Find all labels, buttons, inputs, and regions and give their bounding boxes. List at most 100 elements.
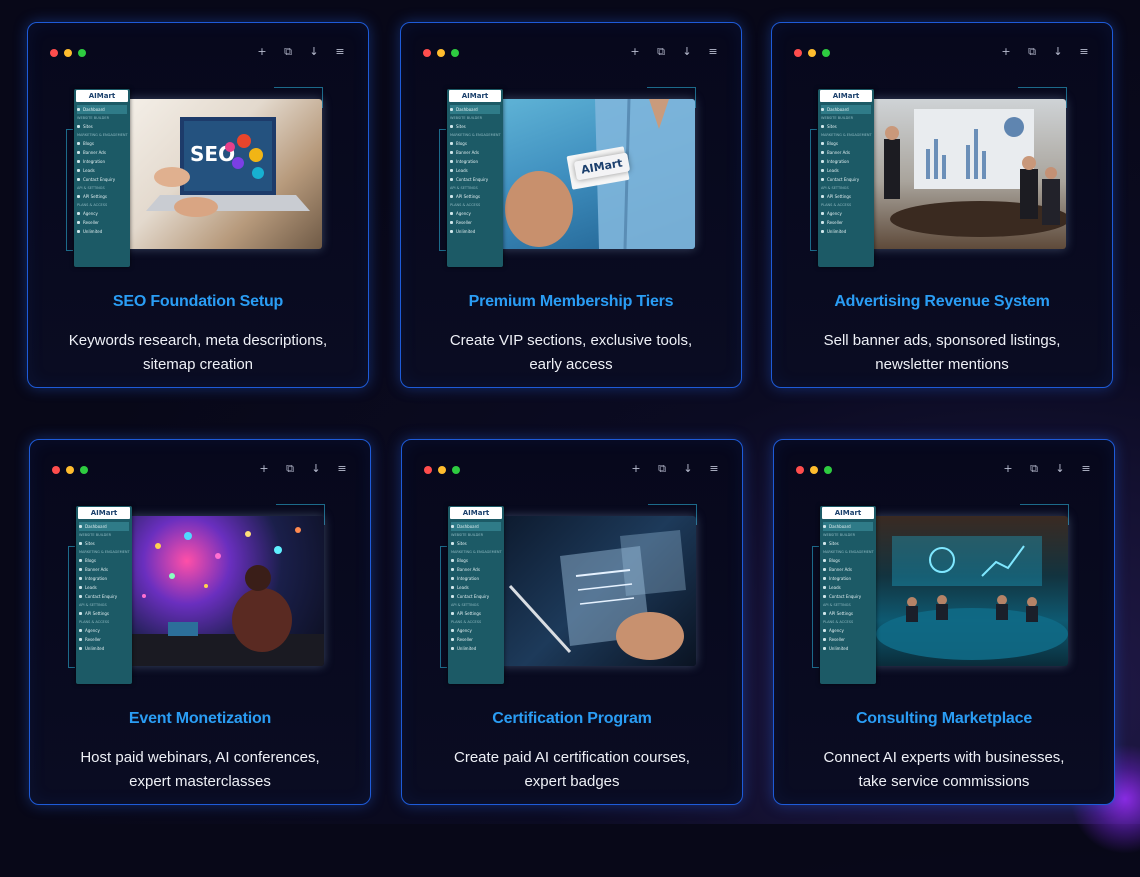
sidebar-item[interactable]: Contact Enquiry <box>451 592 501 601</box>
sidebar-item[interactable]: Dashboard <box>823 522 873 531</box>
sidebar-item[interactable]: Banner Ads <box>821 148 871 157</box>
minimize-dot-icon[interactable] <box>64 49 72 57</box>
sidebar-item[interactable]: Sites <box>79 539 129 548</box>
sidebar-item[interactable]: API Settings <box>77 192 127 201</box>
sidebar-item[interactable]: Banner Ads <box>79 565 129 574</box>
download-icon[interactable]: ↓ <box>310 462 322 476</box>
sidebar-item[interactable]: Integration <box>450 157 500 166</box>
sidebar-item[interactable]: Blogs <box>77 139 127 148</box>
close-dot-icon[interactable] <box>52 466 60 474</box>
copy-icon[interactable]: ⧉ <box>1026 45 1038 59</box>
sidebar-item[interactable]: Reseller <box>823 635 873 644</box>
sidebar-item[interactable]: Agency <box>450 209 500 218</box>
maximize-dot-icon[interactable] <box>80 466 88 474</box>
sidebar-item[interactable]: Agency <box>823 626 873 635</box>
sidebar-item[interactable]: API Settings <box>450 192 500 201</box>
sidebar-item[interactable]: Leads <box>823 583 873 592</box>
minimize-dot-icon[interactable] <box>808 49 816 57</box>
sidebar-item[interactable]: API Settings <box>823 609 873 618</box>
sidebar-item[interactable]: Integration <box>77 157 127 166</box>
minimize-dot-icon[interactable] <box>437 49 445 57</box>
sidebar-item[interactable]: Unlimited <box>451 644 501 653</box>
sidebar-item[interactable]: Agency <box>451 626 501 635</box>
sidebar-item[interactable]: Agency <box>79 626 129 635</box>
sidebar-item[interactable]: API Settings <box>821 192 871 201</box>
sidebar-item[interactable]: Contact Enquiry <box>77 175 127 184</box>
sidebar-item[interactable]: Sites <box>821 122 871 131</box>
menu-icon[interactable]: ≡ <box>1080 462 1092 476</box>
minimize-dot-icon[interactable] <box>810 466 818 474</box>
sidebar-item[interactable]: Dashboard <box>451 522 501 531</box>
sidebar-item[interactable]: API Settings <box>451 609 501 618</box>
add-icon[interactable]: + <box>1000 45 1012 59</box>
sidebar-item[interactable]: Reseller <box>79 635 129 644</box>
minimize-dot-icon[interactable] <box>438 466 446 474</box>
sidebar-item[interactable]: Blogs <box>821 139 871 148</box>
sidebar-item[interactable]: Agency <box>821 209 871 218</box>
sidebar-item[interactable]: Reseller <box>451 635 501 644</box>
download-icon[interactable]: ↓ <box>1054 462 1066 476</box>
sidebar-item[interactable]: Leads <box>79 583 129 592</box>
sidebar-item[interactable]: Unlimited <box>821 227 871 236</box>
sidebar-item[interactable]: Reseller <box>821 218 871 227</box>
sidebar-item[interactable]: Integration <box>823 574 873 583</box>
menu-icon[interactable]: ≡ <box>708 462 720 476</box>
sidebar-item[interactable]: Unlimited <box>79 644 129 653</box>
maximize-dot-icon[interactable] <box>824 466 832 474</box>
sidebar-item[interactable]: Banner Ads <box>450 148 500 157</box>
sidebar-item[interactable]: Leads <box>450 166 500 175</box>
sidebar-item[interactable]: Dashboard <box>821 105 871 114</box>
add-icon[interactable]: + <box>258 462 270 476</box>
menu-icon[interactable]: ≡ <box>334 45 346 59</box>
sidebar-item[interactable]: Blogs <box>823 556 873 565</box>
sidebar-item[interactable]: Leads <box>821 166 871 175</box>
sidebar-item[interactable]: Sites <box>823 539 873 548</box>
copy-icon[interactable]: ⧉ <box>1028 462 1040 476</box>
copy-icon[interactable]: ⧉ <box>656 462 668 476</box>
minimize-dot-icon[interactable] <box>66 466 74 474</box>
sidebar-item[interactable]: Banner Ads <box>823 565 873 574</box>
sidebar-item[interactable]: Sites <box>451 539 501 548</box>
sidebar-item[interactable]: Dashboard <box>77 105 127 114</box>
menu-icon[interactable]: ≡ <box>336 462 348 476</box>
sidebar-item[interactable]: Integration <box>79 574 129 583</box>
add-icon[interactable]: + <box>1002 462 1014 476</box>
sidebar-item[interactable]: Blogs <box>450 139 500 148</box>
add-icon[interactable]: + <box>256 45 268 59</box>
add-icon[interactable]: + <box>629 45 641 59</box>
sidebar-item[interactable]: Dashboard <box>79 522 129 531</box>
sidebar-item[interactable]: Blogs <box>79 556 129 565</box>
maximize-dot-icon[interactable] <box>78 49 86 57</box>
sidebar-item[interactable]: Sites <box>450 122 500 131</box>
sidebar-item[interactable]: Contact Enquiry <box>450 175 500 184</box>
sidebar-item[interactable]: Contact Enquiry <box>823 592 873 601</box>
sidebar-item[interactable]: Reseller <box>77 218 127 227</box>
maximize-dot-icon[interactable] <box>452 466 460 474</box>
copy-icon[interactable]: ⧉ <box>282 45 294 59</box>
sidebar-item[interactable]: Unlimited <box>823 644 873 653</box>
copy-icon[interactable]: ⧉ <box>284 462 296 476</box>
sidebar-item[interactable]: Agency <box>77 209 127 218</box>
sidebar-item[interactable]: Integration <box>821 157 871 166</box>
download-icon[interactable]: ↓ <box>308 45 320 59</box>
sidebar-item[interactable]: Dashboard <box>450 105 500 114</box>
close-dot-icon[interactable] <box>794 49 802 57</box>
download-icon[interactable]: ↓ <box>1052 45 1064 59</box>
add-icon[interactable]: + <box>630 462 642 476</box>
download-icon[interactable]: ↓ <box>682 462 694 476</box>
close-dot-icon[interactable] <box>796 466 804 474</box>
sidebar-item[interactable]: Unlimited <box>77 227 127 236</box>
sidebar-item[interactable]: Leads <box>77 166 127 175</box>
menu-icon[interactable]: ≡ <box>1078 45 1090 59</box>
maximize-dot-icon[interactable] <box>822 49 830 57</box>
sidebar-item[interactable]: Blogs <box>451 556 501 565</box>
close-dot-icon[interactable] <box>424 466 432 474</box>
sidebar-item[interactable]: Banner Ads <box>77 148 127 157</box>
sidebar-item[interactable]: Leads <box>451 583 501 592</box>
sidebar-item[interactable]: Contact Enquiry <box>821 175 871 184</box>
sidebar-item[interactable]: Integration <box>451 574 501 583</box>
sidebar-item[interactable]: Contact Enquiry <box>79 592 129 601</box>
close-dot-icon[interactable] <box>423 49 431 57</box>
sidebar-item[interactable]: API Settings <box>79 609 129 618</box>
sidebar-item[interactable]: Reseller <box>450 218 500 227</box>
